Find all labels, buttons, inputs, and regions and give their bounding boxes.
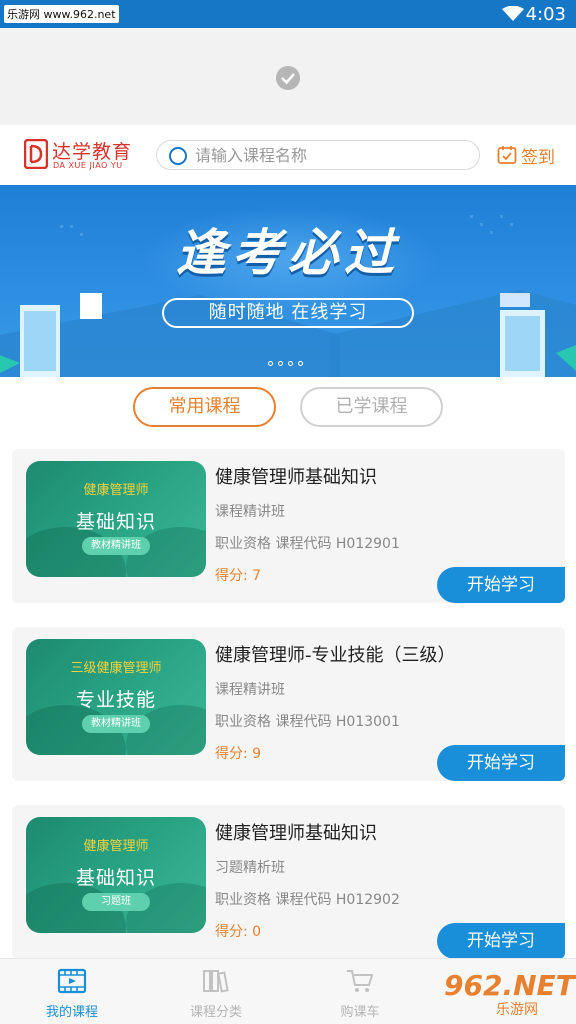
app-header: 达学教育 DA XUE JIAO YU 签到 (0, 125, 576, 185)
carousel-dot[interactable] (278, 361, 283, 366)
course-meta: 职业资格 课程代码 H012902 (215, 892, 400, 908)
nav-course-categories[interactable]: 课程分类 (144, 959, 288, 1024)
start-learning-button[interactable]: 开始学习 (437, 567, 565, 603)
start-learning-button[interactable]: 开始学习 (437, 745, 565, 781)
tab-common-courses[interactable]: 常用课程 (133, 387, 276, 427)
carousel-dots (268, 361, 303, 366)
course-class-type: 课程精讲班 (215, 682, 285, 698)
course-meta: 职业资格 课程代码 H013001 (215, 714, 400, 730)
site-watermark: 962.NET 乐游网 (444, 969, 575, 1018)
books-icon (203, 970, 229, 993)
course-card[interactable]: 三级健康管理师 专业技能 教材精讲班 健康管理师-专业技能（三级） 课程精讲班 … (12, 627, 565, 781)
promo-banner[interactable]: 逢考必过 随时随地 在线学习 (0, 185, 576, 377)
wifi-icon (502, 6, 524, 21)
nav-my-courses[interactable]: 我的课程 (0, 959, 144, 1024)
brand-subtitle: DA XUE JIAO YU (53, 161, 123, 170)
carousel-dot[interactable] (298, 361, 303, 366)
start-learning-button[interactable]: 开始学习 (437, 923, 565, 959)
video-icon (57, 968, 87, 994)
thumb-badge: 教材精讲班 (82, 537, 150, 555)
course-title: 健康管理师基础知识 (215, 823, 377, 844)
carousel-dot[interactable] (268, 361, 273, 366)
thumb-tag: 三级健康管理师 (70, 661, 162, 676)
course-class-type: 习题精析班 (215, 860, 285, 876)
thumb-badge: 习题班 (82, 893, 150, 911)
brand-title: 达学教育 (52, 141, 133, 163)
course-class-type: 课程精讲班 (215, 504, 285, 520)
course-title: 健康管理师基础知识 (215, 467, 377, 488)
thumb-title: 基础知识 (75, 511, 156, 533)
course-thumbnail[interactable]: 健康管理师 基础知识 教材精讲班 (26, 461, 206, 577)
nav-label: 购课车 (340, 1005, 380, 1020)
cart-icon (347, 970, 374, 992)
nav-label: 课程分类 (189, 1005, 242, 1020)
banner-tagline: 随时随地 在线学习 (162, 298, 414, 328)
thumb-badge: 教材精讲班 (82, 715, 150, 733)
calendar-check-icon (497, 146, 517, 164)
thumb-tag: 健康管理师 (83, 483, 149, 498)
nav-cart[interactable]: 购课车 (288, 959, 432, 1024)
refresh-area (0, 28, 576, 125)
course-thumbnail[interactable]: 健康管理师 基础知识 习题班 (26, 817, 206, 933)
status-time: 4:03 (525, 4, 566, 25)
tab-learned-courses[interactable]: 已学课程 (300, 387, 443, 427)
course-card[interactable]: 健康管理师 基础知识 习题班 健康管理师基础知识 习题精析班 职业资格 课程代码… (12, 805, 565, 959)
course-meta: 职业资格 课程代码 H012901 (215, 536, 400, 552)
signin-label: 签到 (521, 147, 555, 168)
thumb-title: 基础知识 (75, 867, 156, 889)
status-watermark: 乐游网 www.962.net (4, 5, 119, 23)
course-tabs: 常用课程 已学课程 (0, 377, 576, 441)
thumb-title: 专业技能 (75, 689, 156, 711)
brand-logo: 达学教育 DA XUE JIAO YU (24, 137, 144, 173)
search-input[interactable] (195, 144, 465, 166)
watermark-main: 962.NET (444, 969, 575, 1002)
check-icon (276, 66, 300, 90)
course-title: 健康管理师-专业技能（三级） (215, 645, 456, 666)
signin-button[interactable]: 签到 (497, 142, 555, 168)
search-box[interactable] (156, 140, 480, 170)
bottom-nav: 我的课程 课程分类 购课车 962.NET 乐游网 (0, 958, 576, 1024)
search-icon (169, 147, 187, 165)
status-bar: 乐游网 www.962.net 4:03 (0, 0, 576, 28)
carousel-dot[interactable] (288, 361, 293, 366)
watermark-sub: 乐游网 (496, 1002, 538, 1018)
nav-label: 我的课程 (45, 1005, 98, 1020)
logo-mark-icon (24, 139, 48, 169)
course-thumbnail[interactable]: 三级健康管理师 专业技能 教材精讲班 (26, 639, 206, 755)
banner-headline: 逢考必过 (176, 224, 400, 282)
thumb-tag: 健康管理师 (83, 839, 149, 854)
course-card[interactable]: 健康管理师 基础知识 教材精讲班 健康管理师基础知识 课程精讲班 职业资格 课程… (12, 449, 565, 603)
